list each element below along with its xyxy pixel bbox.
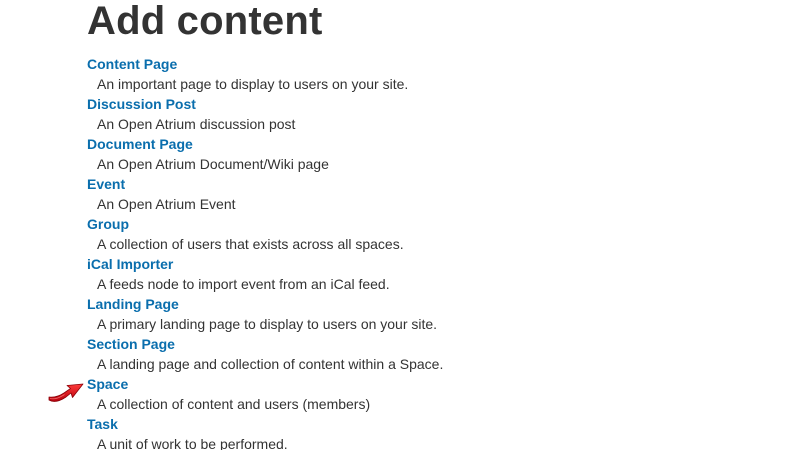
- landing-page-description: A primary landing page to display to use…: [97, 316, 438, 332]
- section-page-description: A landing page and collection of content…: [97, 356, 444, 372]
- discussion-post-description: An Open Atrium discussion post: [97, 116, 296, 132]
- content-page-description: An important page to display to users on…: [97, 76, 409, 92]
- ical-importer-link[interactable]: iCal Importer: [87, 254, 173, 274]
- red-pointer-arrow-icon: [48, 383, 84, 402]
- ical-importer-description: A feeds node to import event from an iCa…: [97, 276, 390, 292]
- document-page-link[interactable]: Document Page: [87, 134, 193, 154]
- event-description: An Open Atrium Event: [97, 196, 236, 212]
- space-description: A collection of content and users (membe…: [97, 396, 371, 412]
- task-link[interactable]: Task: [87, 414, 118, 434]
- landing-page-link[interactable]: Landing Page: [87, 294, 179, 314]
- task-description: A unit of work to be performed.: [97, 436, 288, 450]
- group-description: A collection of users that exists across…: [97, 236, 404, 252]
- page-title: Add content: [87, 0, 323, 43]
- discussion-post-link[interactable]: Discussion Post: [87, 94, 196, 114]
- content-page-link[interactable]: Content Page: [87, 54, 177, 74]
- section-page-link[interactable]: Section Page: [87, 334, 175, 354]
- document-page-description: An Open Atrium Document/Wiki page: [97, 156, 329, 172]
- space-link[interactable]: Space: [87, 374, 128, 394]
- group-link[interactable]: Group: [87, 214, 129, 234]
- event-link[interactable]: Event: [87, 174, 125, 194]
